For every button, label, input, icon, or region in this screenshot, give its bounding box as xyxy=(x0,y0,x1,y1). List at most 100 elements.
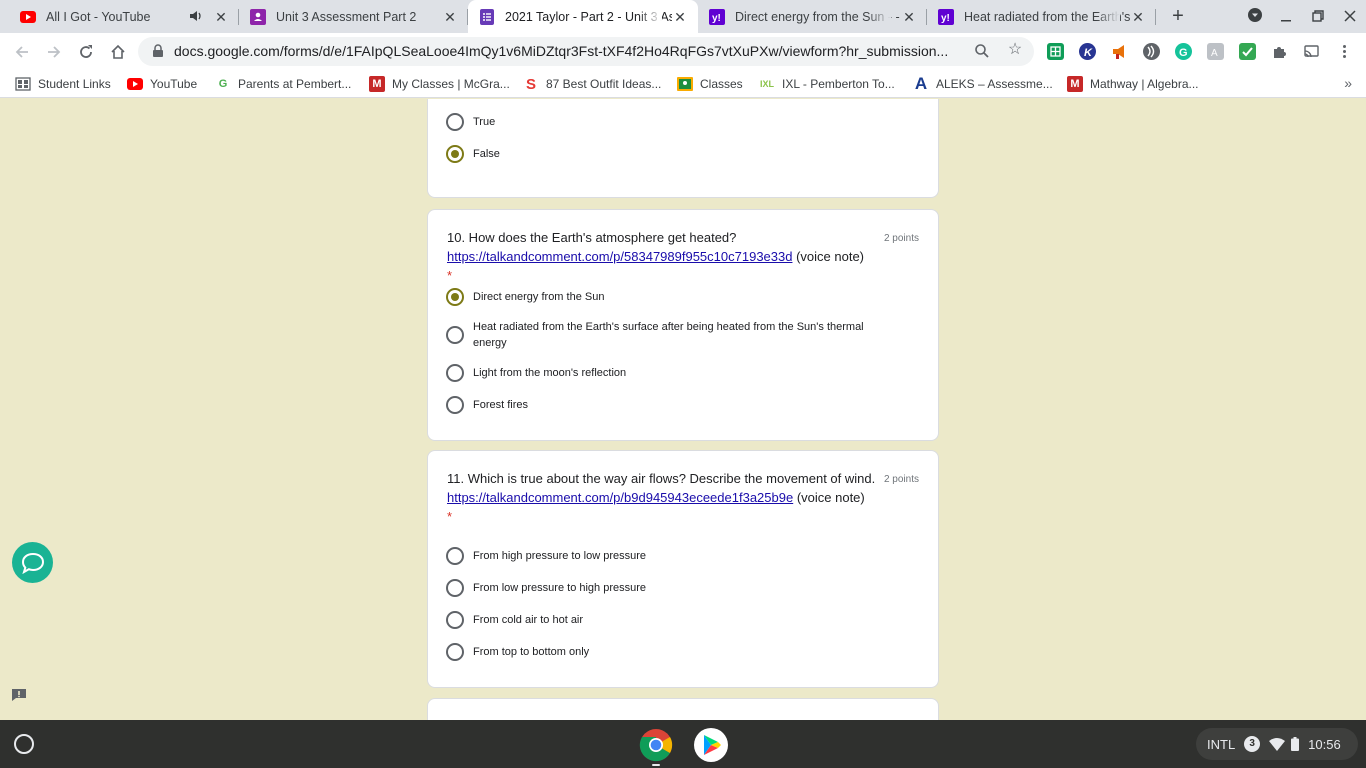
option-forest-fires[interactable]: Forest fires xyxy=(446,396,916,414)
radio-button[interactable] xyxy=(446,113,464,131)
chevron-down-icon xyxy=(1248,8,1262,22)
google-sheets-extension-icon[interactable] xyxy=(1047,43,1064,60)
bookmark-label: Parents at Pembert... xyxy=(238,77,352,91)
cast-icon[interactable] xyxy=(1303,43,1320,60)
tab-youtube[interactable]: All I Got - YouTube ✕ xyxy=(0,0,239,33)
tab-yahoo-1[interactable]: y! Direct energy from the Sun - - Yahoo … xyxy=(698,0,927,33)
forward-arrow-icon xyxy=(48,46,61,58)
required-asterisk: * xyxy=(447,268,453,283)
feedback-icon[interactable] xyxy=(11,688,27,702)
megaphone-extension-icon[interactable] xyxy=(1111,43,1128,60)
option-false[interactable]: False xyxy=(446,145,916,163)
tab-yahoo-2[interactable]: y! Heat radiated from the Earth's surfac… xyxy=(927,0,1156,33)
aleks-icon: A xyxy=(914,74,928,93)
close-tab-icon[interactable]: ✕ xyxy=(901,9,917,25)
more-bookmarks-icon[interactable]: » xyxy=(1344,75,1352,91)
voice-note-suffix: (voice note) xyxy=(792,249,865,264)
radio-button[interactable] xyxy=(446,643,464,661)
chat-button[interactable] xyxy=(12,542,53,583)
input-method-label: INTL xyxy=(1207,736,1236,752)
radio-button[interactable] xyxy=(446,326,464,344)
restore-button[interactable] xyxy=(1308,7,1328,27)
radio-button-selected[interactable] xyxy=(446,288,464,306)
speaker-icon[interactable] xyxy=(189,9,205,25)
svg-text:K: K xyxy=(1084,47,1093,59)
tab-classroom[interactable]: Unit 3 Assessment Part 2 ✕ xyxy=(239,0,468,33)
chrome-icon[interactable] xyxy=(639,728,673,762)
os-shelf: INTL 3 10:56 xyxy=(0,720,1366,768)
back-button[interactable] xyxy=(11,41,33,63)
bookmark-mathway[interactable]: M Mathway | Algebra... xyxy=(1067,75,1199,93)
extensions-puzzle-icon[interactable] xyxy=(1271,43,1288,60)
bookmark-student-links[interactable]: Student Links xyxy=(15,75,111,93)
url-text[interactable]: docs.google.com/forms/d/e/1FAIpQLSeaLooe… xyxy=(174,43,964,59)
back-arrow-icon xyxy=(15,46,28,58)
lock-icon[interactable] xyxy=(151,44,165,58)
radio-button-selected[interactable] xyxy=(446,145,464,163)
close-tab-icon[interactable]: ✕ xyxy=(1130,9,1146,25)
bookmark-classes[interactable]: Classes xyxy=(677,75,743,93)
radio-button[interactable] xyxy=(446,579,464,597)
bookmark-star-icon[interactable]: ☆ xyxy=(1006,41,1024,59)
home-button[interactable] xyxy=(107,41,129,63)
google-forms-icon xyxy=(479,8,495,25)
bookmark-label: My Classes | McGra... xyxy=(392,77,510,91)
mathway-icon: M xyxy=(1067,76,1083,92)
address-bar[interactable]: docs.google.com/forms/d/e/1FAIpQLSeaLooe… xyxy=(138,37,1034,66)
voice-note-link[interactable]: https://talkandcomment.com/p/b9d945943ec… xyxy=(447,490,793,505)
close-window-button[interactable] xyxy=(1340,7,1360,27)
option-label: From high pressure to low pressure xyxy=(473,550,647,562)
option-low-to-high[interactable]: From low pressure to high pressure xyxy=(446,579,916,597)
forward-button[interactable] xyxy=(43,41,65,63)
status-tray[interactable]: INTL 3 10:56 xyxy=(1196,728,1358,760)
browser-menu-icon[interactable] xyxy=(1336,43,1353,60)
bookmarks-folder-icon xyxy=(15,76,31,92)
bookmark-aleks[interactable]: A ALEKS – Assessme... xyxy=(913,74,1053,93)
close-tab-icon[interactable]: ✕ xyxy=(672,9,688,25)
close-tab-icon[interactable]: ✕ xyxy=(442,9,458,25)
option-high-to-low[interactable]: From high pressure to low pressure xyxy=(446,547,916,565)
grammarly-extension-icon[interactable]: G xyxy=(1175,43,1192,60)
read-aloud-extension-icon[interactable] xyxy=(1143,43,1160,60)
radio-button[interactable] xyxy=(446,364,464,382)
question-card-12 xyxy=(427,698,939,720)
bookmark-youtube[interactable]: YouTube xyxy=(127,75,197,93)
bookmark-outfit-ideas[interactable]: S 87 Best Outfit Ideas... xyxy=(523,75,661,93)
question-text: 11. Which is true about the way air flow… xyxy=(447,471,876,486)
checklist-extension-icon[interactable] xyxy=(1239,43,1256,60)
bookmark-mcgraw-hill[interactable]: M My Classes | McGra... xyxy=(369,75,510,93)
mcgraw-hill-icon: M xyxy=(369,76,385,92)
option-label: Direct energy from the Sun xyxy=(473,291,605,303)
tab-strip: All I Got - YouTube ✕ Unit 3 Assessment … xyxy=(0,0,1366,33)
translate-extension-icon[interactable]: A xyxy=(1207,43,1224,60)
option-heat-radiated[interactable]: Heat radiated from the Earth's surface a… xyxy=(446,319,916,351)
voice-note-link[interactable]: https://talkandcomment.com/p/58347989f95… xyxy=(447,249,792,264)
launcher-icon[interactable] xyxy=(14,734,34,754)
radio-button[interactable] xyxy=(446,611,464,629)
bookmark-parents-pemberton[interactable]: G Parents at Pembert... xyxy=(215,75,352,93)
play-store-icon[interactable] xyxy=(694,728,728,762)
option-moon-reflection[interactable]: Light from the moon's reflection xyxy=(446,364,916,382)
option-label: From low pressure to high pressure xyxy=(473,582,647,594)
form-page: True False 10. How does the Earth's atmo… xyxy=(0,99,1366,720)
reload-button[interactable] xyxy=(75,41,97,63)
option-top-to-bottom[interactable]: From top to bottom only xyxy=(446,643,916,661)
kami-extension-icon[interactable]: K xyxy=(1079,43,1096,60)
minimize-button[interactable] xyxy=(1276,7,1296,27)
radio-button[interactable] xyxy=(446,396,464,414)
tab-forms-active[interactable]: 2021 Taylor - Part 2 - Unit 3 Assessment… xyxy=(468,0,698,33)
close-tab-icon[interactable]: ✕ xyxy=(213,9,229,25)
bookmark-ixl[interactable]: IXL IXL - Pemberton To... xyxy=(759,75,895,93)
option-true[interactable]: True xyxy=(446,113,916,131)
option-cold-to-hot[interactable]: From cold air to hot air xyxy=(446,611,916,629)
radio-button[interactable] xyxy=(446,547,464,565)
wifi-icon xyxy=(1269,738,1286,751)
zoom-icon[interactable] xyxy=(974,43,990,59)
option-direct-energy[interactable]: Direct energy from the Sun xyxy=(446,288,916,306)
new-tab-button[interactable]: + xyxy=(1166,5,1190,29)
yahoo-icon: y! xyxy=(709,8,725,25)
svg-text:y!: y! xyxy=(712,13,721,24)
tab-search-button[interactable] xyxy=(1245,7,1265,27)
option-label: Forest fires xyxy=(473,399,529,411)
close-icon xyxy=(1344,10,1356,22)
